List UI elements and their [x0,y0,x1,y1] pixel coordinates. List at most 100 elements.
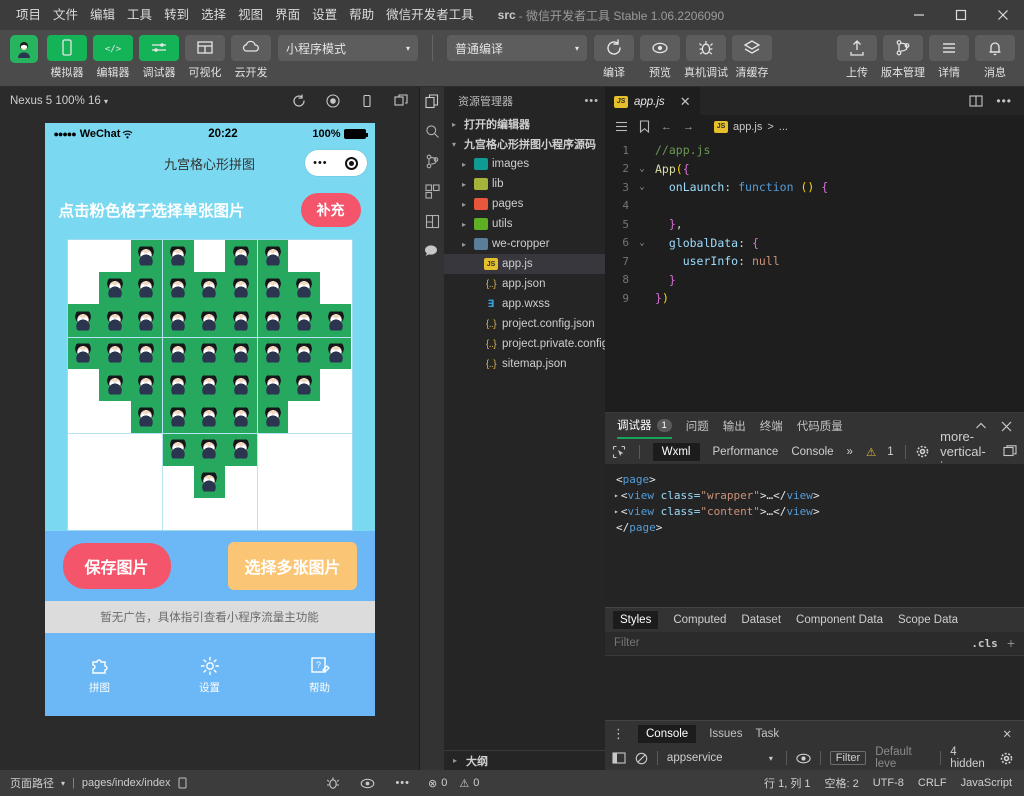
puzzle-cell-filled[interactable] [99,336,131,369]
puzzle-cell-empty[interactable] [288,498,320,530]
puzzle-cell-empty[interactable] [257,466,289,498]
close-button[interactable] [982,0,1024,30]
puzzle-cell-filled[interactable] [225,368,257,402]
menu-item-2[interactable]: 编辑 [84,0,121,30]
puzzle-cell-empty[interactable] [99,433,131,465]
menu-item-9[interactable]: 帮助 [343,0,380,30]
bookmark-icon[interactable] [639,120,650,133]
source-control-icon[interactable] [425,154,440,169]
puzzle-cell-filled[interactable] [99,272,131,305]
puzzle-cell-filled[interactable] [130,304,163,337]
more-icon[interactable]: ••• [584,95,599,107]
sidebar-icon[interactable] [612,752,626,764]
puzzle-cell-empty[interactable] [225,466,257,498]
menu-item-0[interactable]: 项目 [10,0,47,30]
puzzle-grid[interactable] [67,240,352,530]
toolbar-button-menu[interactable]: 详情 [928,35,970,80]
status-item-0[interactable]: 行 1, 列 1 [764,775,810,791]
compile-mode-select[interactable]: 普通编译 ▾ [447,35,587,61]
puzzle-cell-filled[interactable] [288,272,320,305]
puzzle-cell-filled[interactable] [162,368,194,402]
tree-item-pages[interactable]: ▸ pages [444,194,605,214]
puzzle-cell-filled[interactable] [225,433,257,466]
puzzle-cell-filled[interactable] [193,368,226,402]
tree-item-utils[interactable]: ▸ utils [444,214,605,234]
console-source-select[interactable]: appservice ▾ [667,752,777,764]
gear-icon[interactable] [916,445,929,458]
puzzle-cell-filled[interactable] [256,368,289,402]
file-tree[interactable]: ▸ 打开的编辑器 ▾ 九宫格心形拼图小程序源码 ▸ images ▸ lib ▸ pages ▸ ut… [444,114,605,750]
puzzle-cell-filled[interactable] [193,272,226,305]
status-item-1[interactable]: 空格: 2 [825,775,859,791]
fold-chevron-icon[interactable]: ⌄ [635,182,649,192]
toolbar-button-sliders[interactable]: 调试器 [138,35,180,80]
puzzle-cell-filled[interactable] [256,304,289,337]
puzzle-cell-filled[interactable] [225,304,257,337]
puzzle-cell-filled[interactable] [225,240,257,273]
toolbar-button-refresh[interactable]: 编译 [593,35,635,80]
menu-item-4[interactable]: 转到 [158,0,195,30]
puzzle-cell-filled[interactable] [288,336,320,369]
puzzle-cell-empty[interactable] [99,498,131,530]
status-item-3[interactable]: CRLF [918,777,947,789]
menu-item-10[interactable]: 微信开发者工具 [380,0,480,30]
puzzle-cell-empty[interactable] [68,401,100,433]
tree-item-lib[interactable]: ▸ lib [444,174,605,194]
puzzle-cell-filled[interactable] [130,240,163,273]
wxml-line[interactable]: <page> [614,471,1015,487]
puzzle-cell-empty[interactable] [68,433,100,465]
devtools-tab-performance[interactable]: Performance [713,446,779,458]
styles-tab-component-data[interactable]: Component Data [796,614,883,626]
fold-chevron-icon[interactable]: ⌄ [635,164,649,174]
tab-help[interactable]: ? 帮助 [265,655,375,695]
inspect-icon[interactable] [612,445,626,459]
clear-icon[interactable] [635,752,648,765]
debugger-tab-1[interactable]: 问题 [686,418,709,434]
toolbar-button-bell[interactable]: 消息 [974,35,1016,80]
puzzle-cell-empty[interactable] [320,240,352,272]
eye-icon[interactable] [360,778,375,789]
copy-icon[interactable] [394,94,409,108]
puzzle-cell-filled[interactable] [162,336,194,369]
puzzle-cell-empty[interactable] [194,498,226,530]
puzzle-cell-empty[interactable] [320,433,352,465]
puzzle-cell-empty[interactable] [288,401,320,433]
tree-item-project.private.config.js...[interactable]: {..} project.private.config.js... [444,334,605,354]
puzzle-cell-empty[interactable] [68,498,100,530]
wxml-line[interactable]: ▸ <view class="content">…</view> [614,503,1015,519]
close-icon[interactable]: ✕ [1002,727,1017,741]
puzzle-cell-empty[interactable] [68,272,100,304]
wxml-line[interactable]: ▸ <view class="wrapper">…</view> [614,487,1015,503]
gear-icon[interactable] [1000,752,1017,765]
puzzle-cell-filled[interactable] [256,272,289,305]
tab-puzzle[interactable]: 拼图 [45,655,155,695]
compile-icon[interactable] [425,214,440,229]
puzzle-cell-filled[interactable] [256,240,289,273]
puzzle-cell-filled[interactable] [99,304,131,337]
styles-filter-input[interactable] [614,637,972,649]
code-editor[interactable]: 1 //app.js 2 ⌄ App({3 ⌄ onLaunch: function ()… [605,138,1024,412]
capsule-menu-icon[interactable]: ••• [313,157,328,169]
menu-item-8[interactable]: 设置 [306,0,343,30]
extensions-icon[interactable] [424,184,440,199]
puzzle-cell-filled[interactable] [225,401,257,434]
fold-chevron-icon[interactable]: ⌄ [635,238,649,248]
console-level[interactable]: Default leve [875,746,931,770]
styles-tab-scope-data[interactable]: Scope Data [898,614,958,626]
wxml-tree[interactable]: <page> ▸ <view class="wrapper">…</view> ▸ <v… [605,464,1024,607]
toolbar-button-bug[interactable]: 真机调试 [684,35,728,80]
puzzle-cell-empty[interactable] [257,433,289,465]
minimize-button[interactable] [898,0,940,30]
page-path-label[interactable]: 页面路径 [10,775,54,791]
puzzle-cell-filled[interactable] [130,401,163,434]
puzzle-cell-filled[interactable] [162,304,194,337]
overflow-icon[interactable]: » [847,446,853,458]
puzzle-cell-filled[interactable] [162,240,194,273]
devtools-tab-console[interactable]: Console [791,446,833,458]
puzzle-cell-empty[interactable] [131,466,163,498]
puzzle-cell-empty[interactable] [288,433,320,465]
menu-item-6[interactable]: 视图 [232,0,269,30]
outline-section[interactable]: ▸ 大纲 [444,750,605,770]
puzzle-cell-filled[interactable] [130,336,163,369]
mini-program-mode-select[interactable]: 小程序模式 ▾ [278,35,418,61]
